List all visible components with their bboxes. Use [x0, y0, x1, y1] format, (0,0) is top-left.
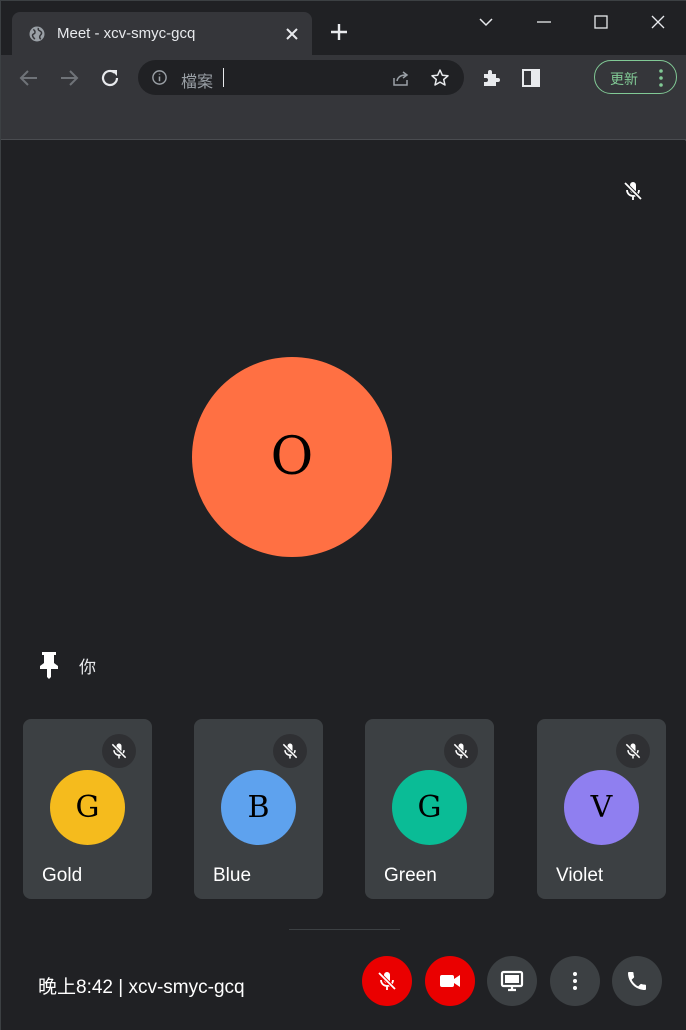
avatar-initial: V — [590, 790, 613, 825]
mic-off-icon — [623, 181, 643, 201]
more-options-button[interactable] — [550, 956, 600, 1006]
pin-icon[interactable] — [37, 650, 61, 680]
minimize-icon[interactable] — [531, 9, 557, 35]
share-icon[interactable] — [391, 68, 411, 88]
reload-icon[interactable] — [98, 66, 122, 90]
leave-call-button[interactable] — [612, 956, 662, 1006]
address-text: 檔案 — [181, 74, 214, 91]
avatar-initial: G — [417, 790, 442, 825]
mic-off-icon — [282, 743, 298, 759]
browser-window: Meet - xcv-smyc-gcq 檔案 更新 O 你 G Gold B B… — [0, 0, 686, 1030]
more-vert-icon — [659, 69, 663, 87]
participant-avatar: B — [221, 770, 296, 845]
participant-tile[interactable]: B Blue — [194, 719, 323, 899]
self-label: 你 — [79, 658, 96, 677]
address-bar[interactable]: 檔案 — [138, 60, 464, 95]
phone-icon — [628, 972, 646, 990]
main-participant-avatar: O — [192, 357, 392, 557]
globe-icon — [29, 26, 45, 42]
videocam-icon — [440, 975, 460, 987]
participant-avatar: G — [50, 770, 125, 845]
forward-icon[interactable] — [57, 66, 81, 90]
text-caret — [223, 68, 224, 87]
close-window-icon[interactable] — [645, 9, 671, 35]
participant-avatar: V — [564, 770, 639, 845]
new-tab-icon[interactable] — [328, 21, 350, 43]
mic-off-icon — [111, 743, 127, 759]
participant-name: Gold — [42, 865, 83, 886]
site-info-icon[interactable] — [151, 69, 168, 86]
mic-toggle-button[interactable] — [362, 956, 412, 1006]
side-panel-icon[interactable] — [519, 66, 543, 90]
bookmarks-bar — [1, 100, 686, 140]
mute-badge — [444, 734, 478, 768]
meet-stage: O 你 G Gold B Blue G Green V Violet 晚上8:4… — [1, 141, 686, 1030]
bookmark-star-icon[interactable] — [430, 68, 450, 88]
extensions-icon[interactable] — [479, 66, 503, 90]
maximize-icon[interactable] — [588, 9, 614, 35]
tab-strip: Meet - xcv-smyc-gcq — [1, 1, 686, 55]
close-tab-icon[interactable] — [282, 24, 302, 44]
update-label: 更新 — [610, 71, 638, 87]
meeting-time-and-code: 晚上8:42 | xcv-smyc-gcq — [38, 977, 245, 998]
mute-badge — [273, 734, 307, 768]
participant-tile[interactable]: V Violet — [537, 719, 666, 899]
tab-meet[interactable]: Meet - xcv-smyc-gcq — [12, 12, 312, 55]
tab-title: Meet - xcv-smyc-gcq — [57, 25, 196, 42]
avatar-initial: G — [75, 790, 100, 825]
participant-name: Violet — [556, 865, 604, 886]
browser-toolbar: 檔案 更新 — [1, 55, 686, 100]
tab-search-icon[interactable] — [473, 9, 499, 35]
update-button[interactable]: 更新 — [594, 60, 677, 94]
participant-name: Green — [384, 865, 437, 886]
participant-tile[interactable]: G Green — [365, 719, 494, 899]
more-options-icon — [573, 972, 577, 990]
present-screen-icon — [500, 970, 524, 992]
mic-off-icon — [625, 743, 641, 759]
present-button[interactable] — [487, 956, 537, 1006]
avatar-initial: B — [247, 790, 270, 825]
participant-name: Blue — [213, 865, 252, 886]
mic-off-icon — [377, 971, 397, 991]
camera-toggle-button[interactable] — [425, 956, 475, 1006]
mute-badge — [616, 734, 650, 768]
divider — [289, 929, 400, 930]
participant-tile[interactable]: G Gold — [23, 719, 152, 899]
mute-badge — [102, 734, 136, 768]
avatar-initial: O — [270, 427, 314, 487]
mic-off-icon — [453, 743, 469, 759]
back-icon[interactable] — [17, 66, 41, 90]
participant-avatar: G — [392, 770, 467, 845]
